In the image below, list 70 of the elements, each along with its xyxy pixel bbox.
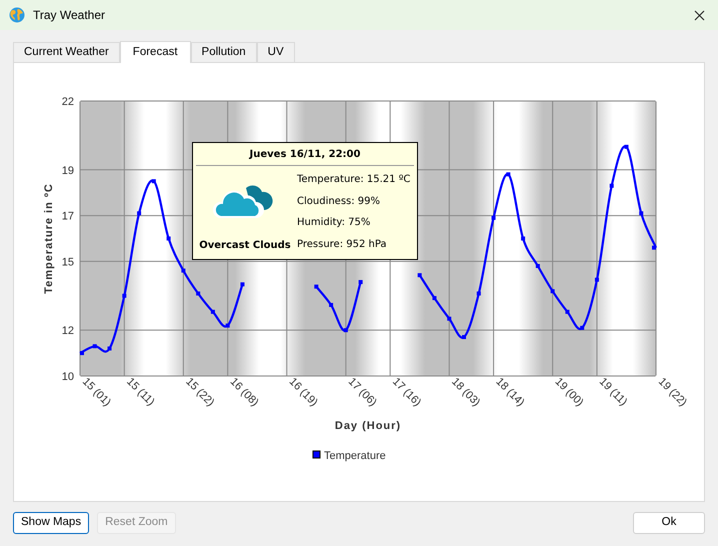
x-tick-label: 19 (11) [596, 376, 630, 408]
x-tick-label: 18 (14) [493, 376, 527, 409]
data-point [137, 211, 142, 216]
ok-button[interactable]: Ok [633, 512, 705, 534]
data-point [506, 172, 510, 176]
data-point [152, 179, 156, 184]
x-tick-label: 15 (11) [124, 376, 157, 408]
action-button[interactable]: Show Maps [13, 512, 90, 534]
tab[interactable]: UV [256, 42, 295, 62]
data-point [536, 264, 540, 268]
legend-label: Temperature [324, 450, 386, 462]
data-point [108, 346, 112, 350]
condition-label: Overcast Clouds [199, 239, 291, 253]
y-tick-label: 10 [62, 371, 74, 383]
data-point [639, 211, 644, 216]
tooltip-title: Jueves 16/11, 22:00 [248, 148, 362, 162]
y-tick-label: 22 [62, 96, 74, 108]
tab[interactable]: Forecast [120, 41, 191, 63]
data-point [594, 278, 599, 282]
x-tick-label: 18 (03) [449, 376, 482, 409]
y-tick-label: 19 [62, 164, 74, 177]
tooltip-line: Temperature: 15.21 ºC [297, 173, 410, 188]
x-tick-label: 17 (16) [390, 376, 424, 409]
data-point [329, 302, 334, 307]
x-tick-label: 15 (22) [183, 376, 216, 409]
data-point [550, 289, 555, 294]
x-axis-title: Day (Hour) [334, 420, 402, 432]
data-point [521, 236, 526, 240]
x-tick-label: 19 (00) [552, 376, 586, 409]
data-point [624, 144, 628, 149]
data-point [447, 316, 452, 321]
data-point [418, 273, 422, 278]
data-point [610, 184, 614, 188]
tab[interactable]: Pollution [190, 42, 257, 62]
data-point [462, 335, 466, 340]
y-tick-label: 12 [62, 325, 74, 338]
y-tick-label: 17 [62, 210, 74, 223]
data-point [432, 296, 436, 300]
tab[interactable]: Current Weather [13, 42, 120, 62]
data-point [240, 282, 244, 286]
window-title: Tray Weather [33, 7, 106, 24]
globe-icon [9, 7, 25, 23]
x-tick-label: 17 (06) [346, 376, 379, 409]
data-point [226, 324, 230, 328]
data-point [122, 294, 126, 298]
tooltip-line: Humidity: 75% [297, 216, 372, 230]
data-point [181, 268, 186, 273]
legend-marker-icon [312, 450, 320, 458]
data-point [652, 246, 656, 250]
data-point [92, 344, 97, 348]
y-axis-title: Temperature in ºC [43, 183, 55, 294]
data-point [196, 292, 200, 296]
data-point [80, 351, 84, 356]
data-point [166, 236, 171, 240]
x-tick-label: 19 (22) [656, 376, 690, 409]
close-icon [694, 10, 704, 20]
data-point [476, 292, 481, 296]
tooltip-line: Cloudiness: 99% [297, 194, 382, 209]
x-tick-label: 16 (08) [228, 376, 261, 409]
data-point [358, 280, 363, 284]
data-point [580, 326, 584, 330]
data-point [314, 284, 318, 289]
x-tick-label: 15 (01) [80, 376, 114, 409]
x-tick-label: 16 (19) [286, 376, 320, 409]
tooltip-line: Pressure: 952 hPa [297, 238, 388, 252]
data-point [565, 310, 570, 314]
data-point [344, 328, 348, 332]
data-point [210, 310, 215, 314]
data-point [492, 216, 496, 220]
y-tick-label: 15 [62, 256, 74, 268]
